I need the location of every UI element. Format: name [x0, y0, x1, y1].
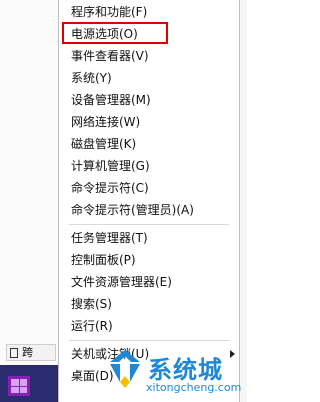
- windows-start-icon[interactable]: [8, 376, 30, 396]
- menu-item-network-connections[interactable]: 网络连接(W): [71, 112, 140, 132]
- menu-item-device-manager[interactable]: 设备管理器(M): [71, 90, 151, 110]
- desktop-left-area: [0, 0, 58, 402]
- menu-item-run[interactable]: 运行(R): [71, 316, 113, 336]
- taskbar-app-label: 跨: [22, 346, 33, 359]
- menu-item-file-explorer[interactable]: 文件资源管理器(E): [71, 272, 172, 292]
- highlight-power-options: [62, 22, 168, 44]
- desktop-right-area: [240, 0, 247, 402]
- windows-logo: [11, 379, 27, 393]
- menu-item-programs-features[interactable]: 程序和功能(F): [71, 2, 147, 22]
- menu-separator: [69, 340, 229, 341]
- menu-item-command-prompt-admin[interactable]: 命令提示符(管理员)(A): [71, 200, 194, 220]
- menu-item-control-panel[interactable]: 控制面板(P): [71, 250, 136, 270]
- menu-item-system[interactable]: 系统(Y): [71, 68, 112, 88]
- taskbar-app-button[interactable]: 跨: [6, 344, 56, 361]
- menu-item-shutdown-signout[interactable]: 关机或注销(U): [71, 344, 149, 364]
- menu-item-command-prompt[interactable]: 命令提示符(C): [71, 178, 149, 198]
- context-menu: 程序和功能(F) 电源选项(O) 事件查看器(V) 系统(Y) 设备管理器(M)…: [58, 0, 240, 402]
- menu-item-event-viewer[interactable]: 事件查看器(V): [71, 46, 149, 66]
- menu-item-computer-management[interactable]: 计算机管理(G): [71, 156, 150, 176]
- menu-item-search[interactable]: 搜索(S): [71, 294, 112, 314]
- menu-item-task-manager[interactable]: 任务管理器(T): [71, 228, 148, 248]
- chevron-right-icon: [230, 350, 235, 358]
- menu-separator: [69, 224, 229, 225]
- menu-item-disk-management[interactable]: 磁盘管理(K): [71, 134, 136, 154]
- menu-item-desktop[interactable]: 桌面(D): [71, 366, 114, 386]
- document-icon: [10, 347, 18, 358]
